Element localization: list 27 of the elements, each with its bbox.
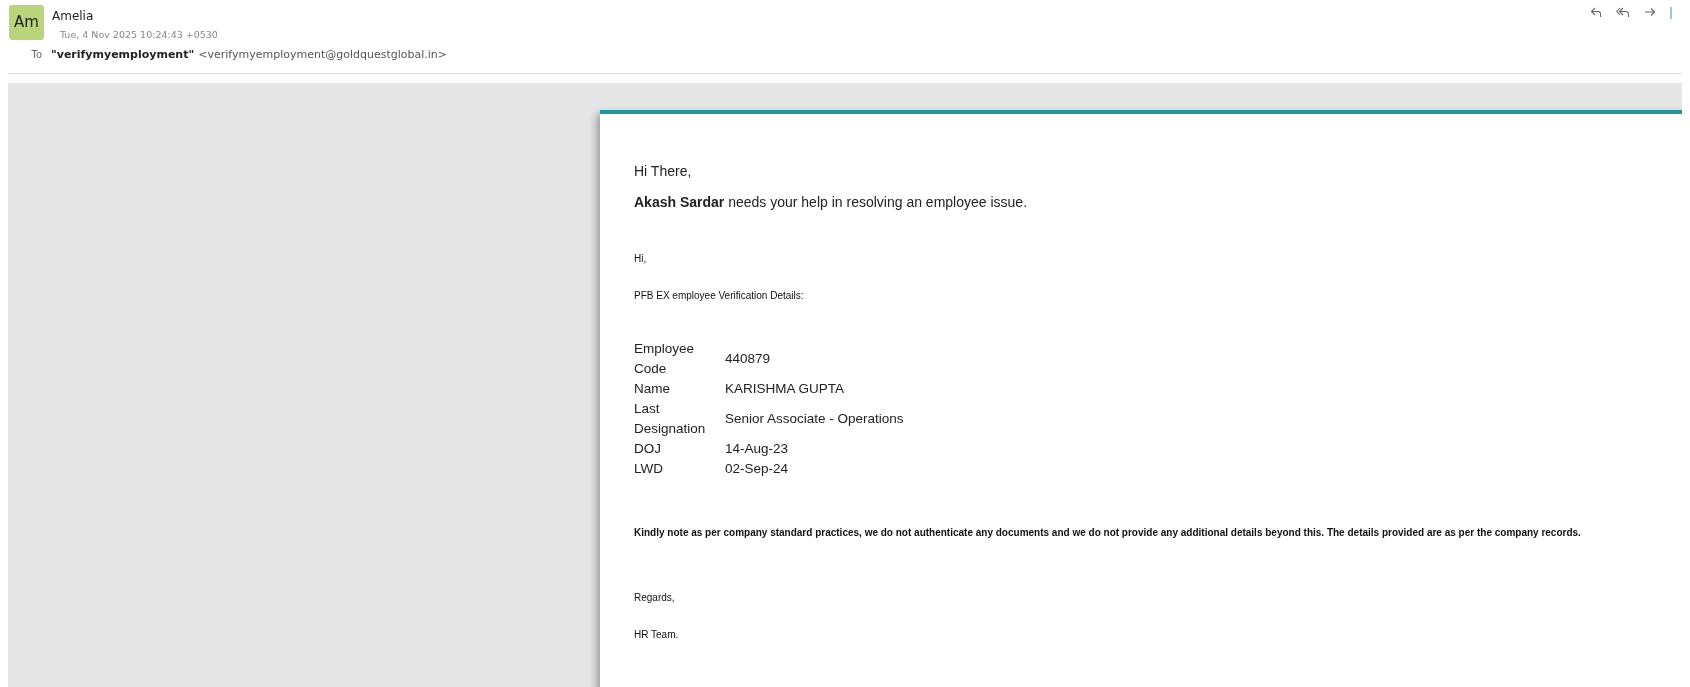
detail-label: Name xyxy=(634,380,670,396)
forward-icon[interactable] xyxy=(1644,7,1656,18)
detail-label: DOJ xyxy=(634,440,661,456)
signature-text: HR Team. xyxy=(634,627,680,642)
detail-value: 14-Aug-23 xyxy=(725,440,789,456)
reply-all-icon[interactable] xyxy=(1616,7,1630,18)
avatar: Am xyxy=(9,5,44,40)
detail-value: KARISHMA GUPTA xyxy=(725,380,845,396)
scroll-marker-icon xyxy=(1670,7,1672,19)
detail-value: 02-Sep-24 xyxy=(725,460,789,476)
detail-label: Employee Code xyxy=(634,340,695,376)
sender-name: Amelia xyxy=(52,8,95,25)
detail-value: 440879 xyxy=(725,350,771,366)
reply-icon[interactable] xyxy=(1590,7,1602,18)
closing-text: Regards, xyxy=(634,590,676,605)
recipient-address: <verifymyemployment@goldquestglobal.in> xyxy=(198,47,447,63)
salutation-text: Hi, xyxy=(634,251,648,266)
detail-value: Senior Associate - Operations xyxy=(725,410,904,426)
detail-label: Last Designation xyxy=(634,400,706,436)
intro-text: Akash Sardar needs your help in resolving an employee issue. xyxy=(634,192,1029,212)
to-label: To xyxy=(30,48,43,62)
detail-label: LWD xyxy=(634,460,663,476)
note-text: Kindly note as per company standard practices, we do not authenticate any documents and we do not provide any additional details beyond this. The details provided are as per the company records. xyxy=(634,525,1582,540)
recipient-name: "verifymyemployment" xyxy=(51,47,195,63)
date-text: Tue, 4 Nov 2025 10:24:43 +0530 xyxy=(60,28,219,42)
lead-in-text: PFB EX employee Verification Details: xyxy=(634,288,805,303)
greeting-text: Hi There, xyxy=(634,161,693,181)
